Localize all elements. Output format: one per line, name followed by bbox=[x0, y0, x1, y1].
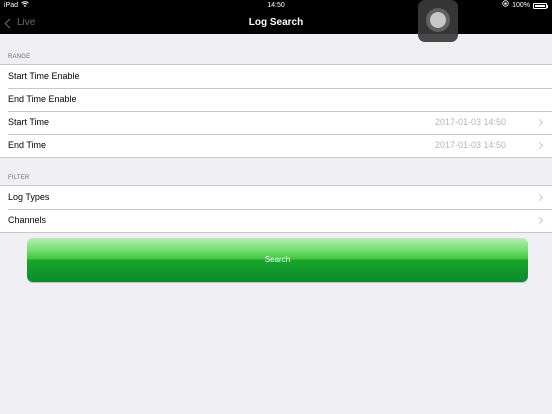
chevron-right-icon bbox=[535, 193, 544, 202]
log-types-row[interactable]: Log Types bbox=[0, 186, 552, 209]
row-label: Start Time Enable bbox=[8, 71, 80, 81]
range-section-header: RANGE bbox=[8, 54, 31, 60]
search-button-label: Search bbox=[264, 255, 291, 264]
row-label: Start Time bbox=[8, 117, 50, 127]
navigation-bar: Live Log Search bbox=[0, 12, 552, 34]
status-bar: iPad 14:50 100% bbox=[0, 0, 552, 12]
chevron-right-icon bbox=[535, 118, 544, 127]
range-group: Start Time Enable End Time Enable Start … bbox=[0, 64, 552, 158]
channels-row[interactable]: Channels bbox=[0, 209, 552, 232]
chevron-right-icon bbox=[535, 141, 544, 150]
end-time-enable-row[interactable]: End Time Enable bbox=[0, 88, 552, 111]
row-label: Channels bbox=[8, 215, 47, 225]
status-time: 14:50 bbox=[267, 2, 285, 9]
end-time-row[interactable]: End Time 2017-01-03 14:50 bbox=[0, 134, 552, 157]
log-search-screen: iPad 14:50 100% Live Log Search RANGE St… bbox=[0, 0, 552, 414]
start-time-enable-row[interactable]: Start Time Enable bbox=[0, 65, 552, 88]
end-time-value: 2017-01-03 14:50 bbox=[434, 140, 506, 150]
page-title: Log Search bbox=[248, 17, 304, 28]
start-time-row[interactable]: Start Time 2017-01-03 14:50 bbox=[0, 111, 552, 134]
assistive-touch-button[interactable] bbox=[418, 0, 458, 42]
filter-section-header: FILTER bbox=[8, 175, 30, 181]
row-label: End Time bbox=[8, 140, 47, 150]
row-label: Log Types bbox=[8, 192, 50, 202]
filter-group: Log Types Channels bbox=[0, 185, 552, 233]
rotation-lock-icon bbox=[502, 0, 509, 12]
search-button[interactable]: Search bbox=[27, 238, 528, 282]
battery-icon bbox=[533, 3, 547, 9]
row-label: End Time Enable bbox=[8, 94, 77, 104]
assistive-touch-icon bbox=[430, 12, 446, 28]
chevron-right-icon bbox=[535, 216, 544, 225]
battery-percent: 100% bbox=[512, 2, 530, 9]
start-time-value: 2017-01-03 14:50 bbox=[434, 117, 506, 127]
